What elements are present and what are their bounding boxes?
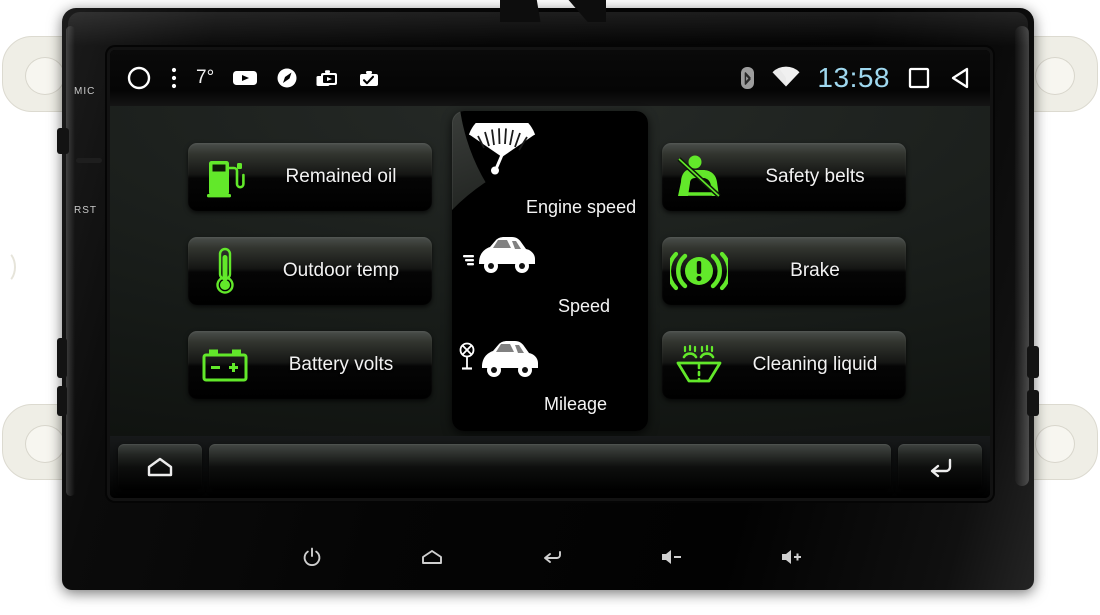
tile-label: Brake (790, 260, 840, 281)
volume-up-button[interactable] (772, 542, 812, 572)
wifi-icon[interactable] (771, 66, 801, 90)
tile-label: Cleaning liquid (752, 354, 878, 375)
back-triangle-icon[interactable] (948, 65, 974, 91)
car-speed-icon (462, 229, 548, 277)
center-label-mileage: Mileage (544, 394, 608, 414)
bluetooth-icon[interactable] (740, 66, 755, 90)
tile-label: Battery volts (288, 354, 394, 375)
android-nav-bar (110, 436, 990, 498)
status-clock: 13:58 (817, 62, 890, 93)
car-battery-icon (188, 346, 262, 384)
bracket-hole (25, 57, 65, 95)
hw-back-button[interactable] (532, 542, 572, 572)
center-gauge-panel[interactable]: Engine speed Speed Mileage (452, 111, 648, 431)
bracket-hole (1035, 57, 1075, 95)
touchscreen-display[interactable]: 7° 13:58 Remained oil Outdoor temp Batte… (110, 50, 990, 498)
screenshot-stage: MIC RST 7° 13:58 Remained oil Outdoor te… (0, 0, 1100, 615)
tile-safety-belts[interactable]: Safety belts (662, 143, 906, 211)
side-connector-left-1 (57, 128, 69, 154)
tile-label: Outdoor temp (282, 260, 400, 281)
center-label-engine-speed: Engine speed (526, 197, 637, 217)
background-artifact (0, 250, 16, 284)
home-screen-content: Remained oil Outdoor temp Battery volts … (110, 106, 990, 436)
nav-home-button[interactable] (118, 444, 202, 490)
circle-outline-icon[interactable] (126, 65, 152, 91)
android-status-bar: 7° 13:58 (110, 50, 990, 106)
nav-back-button[interactable] (898, 444, 982, 490)
return-arrow-icon (924, 455, 956, 479)
right-tile-column: Safety belts Brake Cleaning liquid (662, 143, 912, 399)
tile-outdoor-temp[interactable]: Outdoor temp (188, 237, 432, 305)
unit-top-tab-right (568, 0, 606, 22)
hardware-button-row (292, 540, 812, 574)
side-connector-left-2 (57, 338, 67, 378)
brake-warning-icon (662, 248, 736, 294)
body-highlight-right (1015, 26, 1029, 486)
overflow-menu-icon[interactable] (170, 65, 178, 91)
car-mileage-icon (458, 333, 550, 383)
tachometer-fan-icon (466, 123, 538, 177)
tile-remained-oil[interactable]: Remained oil (188, 143, 432, 211)
volume-down-button[interactable] (652, 542, 692, 572)
tile-battery-volts[interactable]: Battery volts (188, 331, 432, 399)
mic-label: MIC (74, 86, 96, 97)
fuel-pump-icon (188, 155, 262, 199)
tile-brake[interactable]: Brake (662, 237, 906, 305)
thermometer-icon (188, 247, 262, 295)
home-icon (420, 548, 444, 566)
app-tray-bar[interactable] (209, 444, 891, 490)
bracket-hole (25, 425, 65, 463)
tile-label: Remained oil (285, 166, 397, 187)
power-icon (302, 547, 322, 567)
dvr-record-icon[interactable] (358, 68, 382, 89)
reset-label: RST (74, 205, 97, 216)
power-button[interactable] (292, 542, 332, 572)
side-connector-right-2 (1027, 390, 1039, 416)
hw-home-button[interactable] (412, 542, 452, 572)
back-arrow-icon (539, 548, 565, 566)
volume-plus-icon (779, 548, 805, 566)
video-player-icon[interactable] (232, 68, 258, 88)
navigation-compass-icon[interactable] (276, 67, 298, 89)
side-connector-left-3 (57, 386, 67, 416)
tile-label: Safety belts (765, 166, 865, 187)
center-label-speed: Speed (558, 296, 611, 316)
camera-icon[interactable] (316, 68, 340, 89)
bracket-hole (1035, 425, 1075, 463)
washer-fluid-icon (662, 343, 736, 387)
seatbelt-icon (662, 154, 736, 200)
side-connector-right-1 (1027, 346, 1039, 378)
recents-square-icon[interactable] (906, 65, 932, 91)
volume-minus-icon (659, 548, 685, 566)
temperature-indicator: 7° (196, 67, 215, 88)
home-icon (145, 455, 175, 479)
tile-cleaning-liquid[interactable]: Cleaning liquid (662, 331, 906, 399)
car-head-unit-body: MIC RST 7° 13:58 Remained oil Outdoor te… (57, 0, 1039, 590)
mic-slot (76, 158, 102, 163)
left-tile-column: Remained oil Outdoor temp Battery volts (188, 143, 438, 399)
